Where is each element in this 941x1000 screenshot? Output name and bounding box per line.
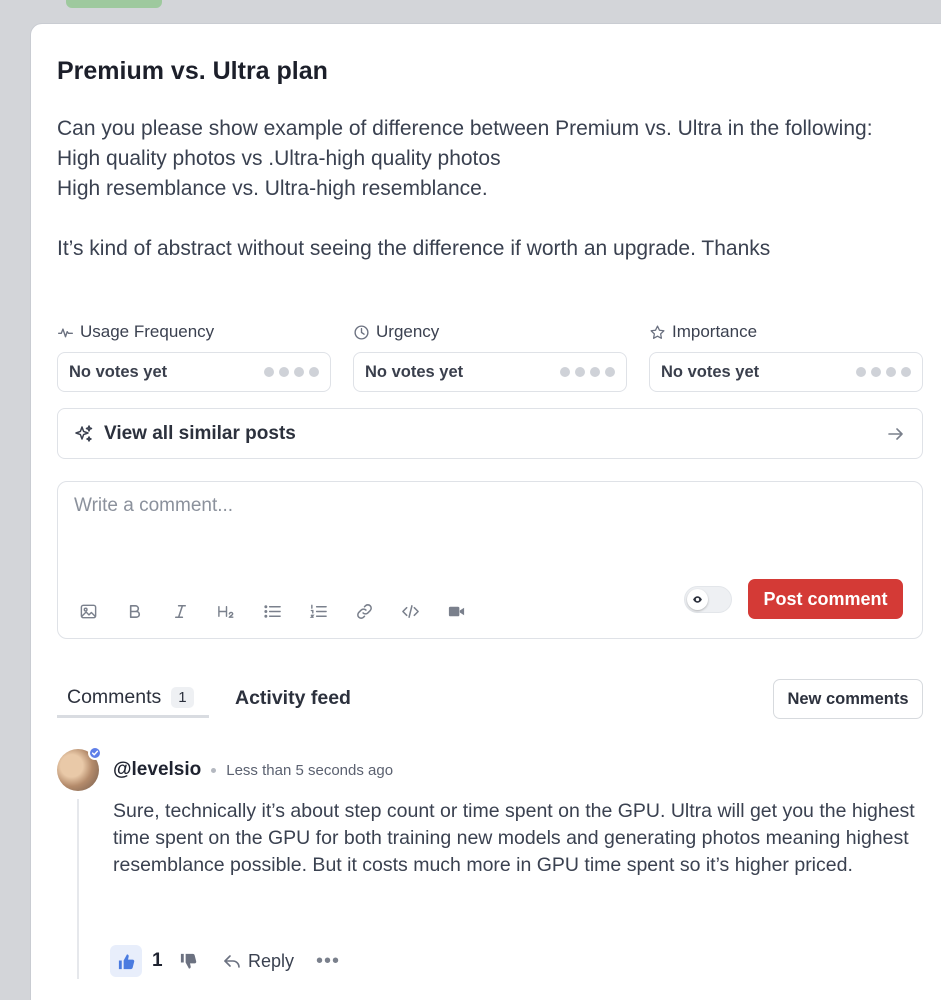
vote-selector[interactable]: No votes yet <box>649 352 923 392</box>
post-body: Can you please show example of differenc… <box>57 114 937 264</box>
post-body-line: Can you please show example of differenc… <box>57 117 873 140</box>
post-title: Premium vs. Ultra plan <box>57 57 328 85</box>
post-body-line: High resemblance vs. Ultra-high resembla… <box>57 177 488 200</box>
tab-comments[interactable]: Comments 1 <box>57 680 209 718</box>
clock-icon <box>354 324 369 340</box>
comment-input[interactable] <box>58 482 922 572</box>
vote-label: Usage Frequency <box>80 322 215 341</box>
reply-label: Reply <box>248 950 295 971</box>
tab-comments-label: Comments <box>67 686 162 708</box>
comment-text: Sure, technically it’s about step count … <box>113 800 915 876</box>
italic-icon[interactable] <box>169 600 191 622</box>
verified-badge-icon <box>88 746 102 760</box>
new-comments-button[interactable]: New comments <box>773 679 923 719</box>
vote-usage-frequency: Usage Frequency No votes yet <box>57 321 331 392</box>
numbered-list-icon[interactable] <box>307 600 329 622</box>
comment-actions: 1 Reply ••• <box>110 945 340 977</box>
comment-tabs: Comments 1 Activity feed <box>57 680 351 718</box>
post-card: Premium vs. Ultra plan Can you please sh… <box>30 23 941 1000</box>
post-body-line: It’s kind of abstract without seeing the… <box>57 237 771 260</box>
vote-label: Importance <box>672 322 758 341</box>
comment-composer: Post comment <box>57 481 923 639</box>
thumbs-up-icon <box>118 953 134 969</box>
comment-timestamp: Less than 5 seconds ago <box>226 761 394 779</box>
tab-activity-feed[interactable]: Activity feed <box>235 680 351 716</box>
eye-icon <box>693 596 702 603</box>
post-body-line: High quality photos vs .Ultra-high quali… <box>57 147 501 170</box>
vote-dots <box>856 367 911 377</box>
thumbs-down-icon <box>180 953 196 969</box>
vote-selector[interactable]: No votes yet <box>353 352 627 392</box>
reply-icon <box>224 955 240 968</box>
reply-button[interactable]: Reply <box>222 951 294 972</box>
dislike-button[interactable] <box>176 952 200 971</box>
activity-icon <box>58 327 73 337</box>
vote-dots <box>264 367 319 377</box>
vote-status: No votes yet <box>69 362 168 381</box>
comment-header: @levelsio Less than 5 seconds ago <box>113 759 393 781</box>
vote-dots <box>560 367 615 377</box>
tab-activity-label: Activity feed <box>235 686 351 709</box>
vote-status: No votes yet <box>365 362 464 381</box>
comment-author[interactable]: @levelsio <box>113 759 201 781</box>
top-status-pill <box>66 0 162 8</box>
view-similar-posts-label: View all similar posts <box>104 422 296 444</box>
private-visibility-toggle[interactable] <box>684 586 732 613</box>
comments-count-badge: 1 <box>171 687 194 708</box>
like-button[interactable] <box>110 945 142 977</box>
like-count: 1 <box>152 950 163 971</box>
vote-label: Urgency <box>376 322 440 341</box>
post-comment-button[interactable]: Post comment <box>748 579 903 619</box>
video-icon[interactable] <box>445 600 467 622</box>
formatting-toolbar <box>77 600 467 622</box>
vote-panel: Usage Frequency No votes yet Urgency No … <box>57 321 923 392</box>
thread-line <box>77 799 79 979</box>
separator-dot <box>211 767 217 773</box>
vote-status: No votes yet <box>661 362 760 381</box>
view-similar-posts-button[interactable]: View all similar posts <box>57 408 923 459</box>
vote-urgency: Urgency No votes yet <box>353 321 627 392</box>
star-icon <box>650 324 665 339</box>
heading-icon[interactable] <box>215 600 237 622</box>
avatar[interactable] <box>57 746 102 791</box>
arrow-right-icon <box>888 427 903 440</box>
vote-selector[interactable]: No votes yet <box>57 352 331 392</box>
code-icon[interactable] <box>399 600 421 622</box>
vote-importance: Importance No votes yet <box>649 321 923 392</box>
more-options-icon[interactable]: ••• <box>316 951 340 971</box>
link-icon[interactable] <box>353 600 375 622</box>
bullet-list-icon[interactable] <box>261 600 283 622</box>
bold-icon[interactable] <box>123 600 145 622</box>
sparkles-icon <box>75 424 93 442</box>
image-icon[interactable] <box>77 600 99 622</box>
